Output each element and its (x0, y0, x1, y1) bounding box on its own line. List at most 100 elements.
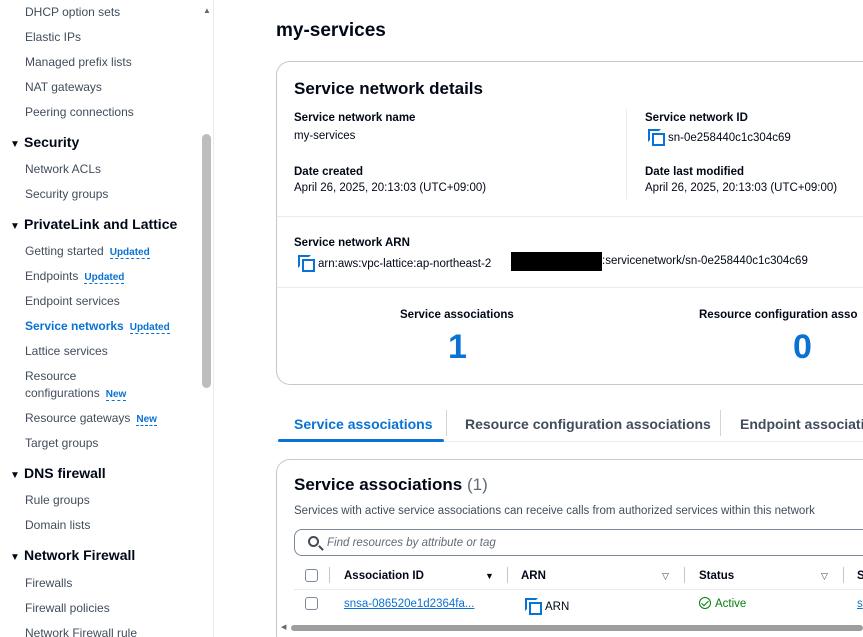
table-header-divider (294, 589, 863, 590)
copy-icon[interactable] (298, 255, 315, 272)
arn-suffix-text: :servicenetwork/sn-0e258440c1c304c69 (602, 255, 808, 267)
horizontal-scrollbar[interactable] (291, 625, 863, 631)
sidebar: DHCP option sets Elastic IPs Managed pre… (0, 0, 214, 637)
status-badge: Active (699, 597, 746, 610)
date-modified-value: April 26, 2025, 20:13:03 (UTC+09:00) (645, 182, 838, 194)
updated-badge: Updated (109, 247, 150, 259)
date-created-value: April 26, 2025, 20:13:03 (UTC+09:00) (294, 182, 487, 194)
sidebar-item-label: Getting started (25, 244, 104, 258)
updated-badge: Updated (129, 322, 170, 334)
scroll-up-arrow-icon[interactable]: ▲ (203, 6, 211, 15)
sidebar-item-firewalls[interactable]: Firewalls (25, 576, 72, 590)
tab-resource-configuration-associations[interactable]: Resource configuration associations (465, 416, 711, 432)
column-separator (329, 567, 330, 583)
sidebar-item-endpoint-services[interactable]: Endpoint services (25, 294, 120, 308)
arn-cell-text: ARN (545, 601, 570, 613)
sidebar-item-getting-started[interactable]: Getting started Updated (25, 244, 150, 259)
column-header-partial[interactable]: S (857, 570, 863, 582)
caret-down-icon: ▼ (10, 470, 20, 481)
page-title: my-services (276, 20, 386, 41)
sidebar-item-label: Resource (25, 369, 77, 383)
sidebar-item-lattice-services[interactable]: Lattice services (25, 344, 108, 358)
service-network-name-value: my-services (294, 130, 356, 142)
updated-badge: Updated (84, 272, 125, 284)
column-header-arn[interactable]: ARN (521, 570, 546, 582)
scroll-left-arrow-icon[interactable]: ◀ (281, 623, 286, 631)
service-network-arn-label: Service network ARN (294, 237, 410, 249)
service-associations-count-label: Service associations (400, 309, 514, 321)
sidebar-item-endpoints[interactable]: Endpoints Updated (25, 269, 125, 284)
redacted-account-id (511, 252, 602, 271)
tab-service-associations[interactable]: Service associations (294, 416, 433, 432)
service-network-id-value: sn-0e258440c1c304c69 (648, 129, 791, 146)
sidebar-section-security[interactable]: ▼ Security (10, 134, 79, 150)
sidebar-item-firewall-policies[interactable]: Firewall policies (25, 601, 110, 615)
sidebar-item-security-groups[interactable]: Security groups (25, 187, 108, 201)
sidebar-item-elastic-ips[interactable]: Elastic IPs (25, 30, 81, 44)
details-heading: Service network details (294, 79, 483, 98)
sidebar-item-domain-lists[interactable]: Domain lists (25, 518, 90, 532)
sidebar-item-label: Resource gateways (25, 411, 131, 425)
truncated-cell-link[interactable]: s (857, 598, 863, 610)
service-network-name-label: Service network name (294, 112, 416, 124)
copy-icon[interactable] (648, 129, 665, 146)
date-modified-label: Date last modified (645, 166, 745, 178)
copy-icon[interactable] (525, 598, 542, 615)
resource-config-associations-count: 0 (793, 328, 812, 366)
sort-descending-icon[interactable]: ▼ (485, 571, 494, 581)
associations-count: (1) (466, 475, 488, 494)
new-badge: New (136, 414, 157, 426)
sidebar-item-service-networks[interactable]: Service networks Updated (25, 319, 170, 334)
association-id-link[interactable]: snsa-086520e1d2364fa... (344, 598, 474, 610)
sidebar-item-peering-connections[interactable]: Peering connections (25, 105, 134, 119)
service-associations-count: 1 (448, 328, 467, 366)
check-circle-icon (699, 597, 711, 609)
sidebar-item-managed-prefix-lists[interactable]: Managed prefix lists (25, 55, 132, 69)
divider (277, 287, 863, 288)
sidebar-item-rule-groups[interactable]: Rule groups (25, 493, 90, 507)
service-network-details-panel (276, 61, 863, 385)
service-network-id-label: Service network ID (645, 112, 748, 124)
arn-prefix-text: arn:aws:vpc-lattice:ap-northeast-2 (318, 258, 492, 270)
column-header-status[interactable]: Status (699, 570, 734, 582)
divider (277, 216, 863, 217)
status-text: Active (715, 598, 747, 610)
sidebar-section-dns-firewall[interactable]: ▼ DNS firewall (10, 465, 106, 481)
date-created-label: Date created (294, 166, 364, 178)
sort-icon[interactable]: ▽ (821, 571, 828, 582)
section-title: DNS firewall (24, 465, 106, 481)
sidebar-item-target-groups[interactable]: Target groups (25, 436, 98, 450)
select-all-checkbox[interactable] (305, 569, 318, 582)
sidebar-section-privatelink[interactable]: ▼ PrivateLink and Lattice (10, 216, 177, 232)
caret-down-icon: ▼ (10, 221, 20, 232)
section-title: Network Firewall (24, 547, 136, 563)
sidebar-item-label: Endpoints (25, 269, 79, 283)
sidebar-item-resource-gateways[interactable]: Resource gateways New (25, 411, 157, 426)
service-network-arn-value: arn:aws:vpc-lattice:ap-northeast-2 (298, 255, 492, 272)
new-badge: New (105, 389, 127, 401)
active-tab-indicator (278, 439, 444, 442)
search-input[interactable] (327, 534, 827, 552)
sidebar-item-network-firewall-rule[interactable]: Network Firewall rule (25, 626, 137, 637)
sidebar-section-network-firewall[interactable]: ▼ Network Firewall (10, 547, 135, 563)
tab-separator (720, 410, 721, 436)
sidebar-scrollbar[interactable] (202, 134, 211, 388)
column-separator (507, 567, 508, 583)
search-icon (308, 536, 319, 547)
section-title: Security (24, 134, 80, 150)
column-header-association-id[interactable]: Association ID (344, 570, 424, 582)
tab-endpoint-associations[interactable]: Endpoint associati (740, 416, 863, 432)
sort-icon[interactable]: ▽ (662, 571, 669, 582)
associations-heading: Service associations (1) (294, 475, 488, 495)
sidebar-item-nat-gateways[interactable]: NAT gateways (25, 80, 102, 94)
sidebar-item-network-acls[interactable]: Network ACLs (25, 162, 101, 176)
row-checkbox[interactable] (305, 597, 318, 610)
sidebar-item-resource-configurations[interactable]: Resource configurations New (25, 369, 127, 401)
section-title: PrivateLink and Lattice (24, 216, 178, 232)
sidebar-item-label: configurations (25, 386, 100, 400)
caret-down-icon: ▼ (10, 552, 20, 563)
associations-heading-text: Service associations (294, 475, 463, 494)
resource-config-associations-count-label: Resource configuration asso (699, 309, 858, 321)
sidebar-item-label: Service networks (25, 319, 124, 333)
sidebar-item-dhcp-option-sets[interactable]: DHCP option sets (25, 5, 120, 19)
